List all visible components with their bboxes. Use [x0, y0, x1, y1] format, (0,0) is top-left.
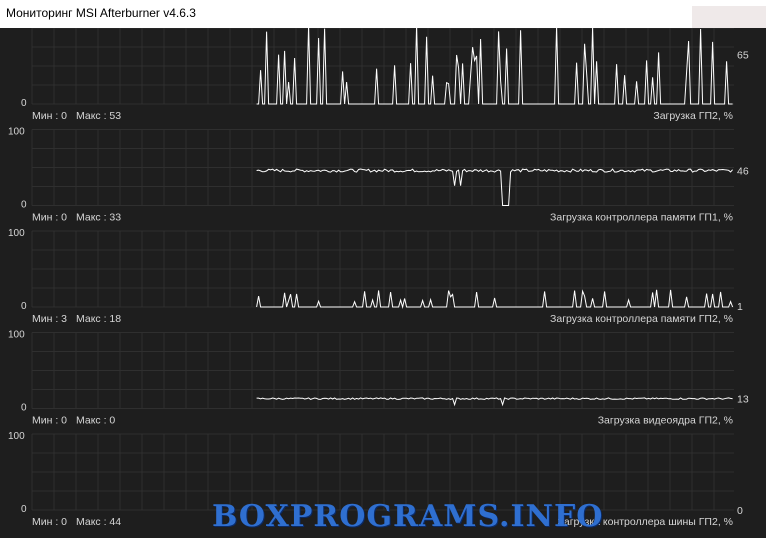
axis-max-label: 100	[8, 431, 25, 442]
axis-min-label: 0	[21, 98, 27, 109]
close-button[interactable]	[692, 6, 766, 28]
axis-min-label: 0	[21, 504, 27, 515]
max-value-text: Макс : 18	[76, 313, 121, 325]
graph-label: Загрузка ГП2, %	[653, 110, 733, 122]
current-value: 65	[737, 50, 749, 62]
graph-line	[256, 168, 733, 206]
max-value-text: Макс : 44	[76, 516, 121, 528]
max-value-text: Макс : 33	[76, 212, 121, 224]
current-value: 46	[737, 166, 749, 178]
min-value-text: Мин : 0	[32, 110, 67, 122]
graphs-canvas: 0Мин : 0 Макс : 53 Загрузка ГП2, %651000Ми…	[8, 24, 749, 528]
title-bar: Мониторинг MSI Afterburner v4.6.3	[0, 0, 766, 28]
axis-min-label: 0	[21, 403, 27, 414]
current-value: 1	[737, 301, 743, 313]
min-value-text: Мин : 0	[32, 212, 67, 224]
graph-line	[256, 397, 733, 407]
monitoring-panel: 0 Мин : 0 Макс : 53 Загрузка ГП2, % 65 100 0 Ми…	[0, 24, 766, 533]
axis-max-label: 100	[8, 127, 25, 138]
graph-line	[256, 289, 734, 309]
max-value-text: Макс : 0	[76, 415, 115, 427]
axis-min-label: 0	[21, 200, 27, 211]
current-value: 13	[737, 394, 749, 406]
watermark: BOXPROGRAMS.INFO	[212, 499, 604, 534]
graph-label: Загрузка контроллера памяти ГП2, %	[550, 313, 733, 325]
max-value-text: Макс : 53	[76, 110, 121, 122]
axis-max-label: 100	[8, 330, 25, 341]
axis-max-label: 100	[8, 228, 25, 239]
current-value: 0	[737, 505, 743, 517]
graph-label: Загрузка контроллера памяти ГП1, %	[550, 212, 733, 224]
window-title: Мониторинг MSI Afterburner v4.6.3	[6, 6, 196, 20]
axis-min-label: 0	[21, 301, 27, 312]
graph-label: Загрузка видеоядра ГП2, %	[598, 415, 733, 427]
min-value-text: Мин : 3	[32, 313, 67, 325]
min-value-text: Мин : 0	[32, 516, 67, 528]
min-value-text: Мин : 0	[32, 415, 67, 427]
